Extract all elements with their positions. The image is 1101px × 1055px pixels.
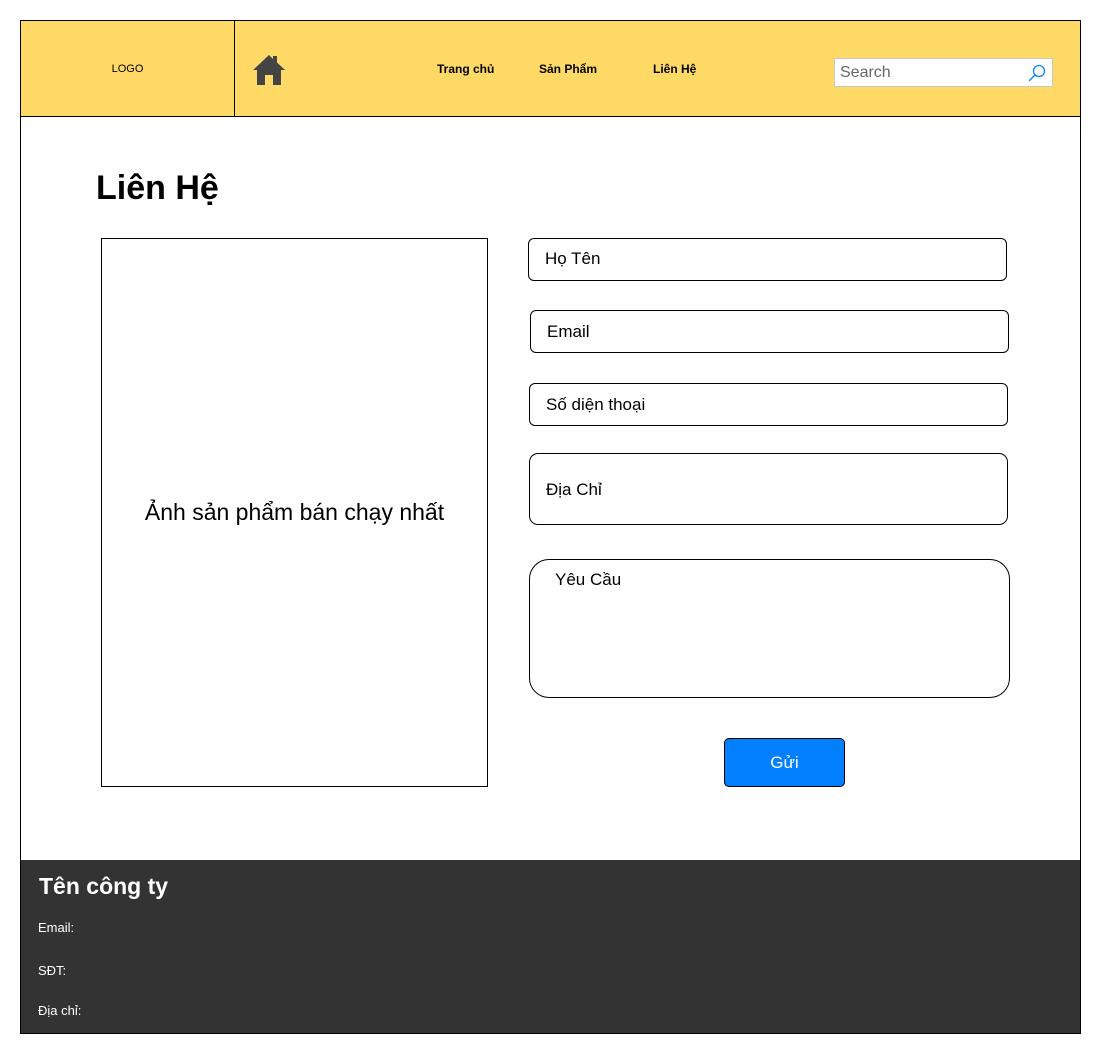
page-title: Liên Hệ [96, 169, 219, 207]
nav-item-contact[interactable]: Liên Hệ [653, 62, 696, 76]
submit-button-label: Gửi [770, 752, 799, 772]
name-field-label: Họ Tên [545, 249, 601, 268]
search-input[interactable] [835, 59, 1025, 86]
address-field-label: Địa Chỉ [546, 480, 602, 499]
product-image-placeholder: Ảnh sản phẩm bán chạy nhất [101, 238, 488, 787]
email-field[interactable]: Email [530, 310, 1009, 353]
address-field[interactable]: Địa Chỉ [529, 453, 1008, 525]
header: LOGO Trang chủ Sản Phẩm Liên Hệ [21, 21, 1080, 117]
nav-item-home[interactable]: Trang chủ [437, 62, 494, 76]
logo[interactable]: LOGO [21, 21, 235, 116]
name-field[interactable]: Họ Tên [528, 238, 1007, 281]
footer: Tên công ty Email: SĐT: Địa chỉ: [21, 860, 1080, 1033]
phone-field[interactable]: Số diện thoại [529, 383, 1008, 426]
image-placeholder-label: Ảnh sản phẩm bán chạy nhất [144, 499, 445, 525]
search-icon[interactable] [1028, 64, 1046, 82]
footer-phone: SĐT: [38, 963, 67, 978]
footer-company-name: Tên công ty [39, 873, 169, 899]
page-frame: LOGO Trang chủ Sản Phẩm Liên Hệ Liên Hệ … [20, 20, 1081, 1034]
email-field-label: Email [547, 322, 590, 341]
home-icon[interactable] [251, 53, 287, 87]
footer-address: Địa chỉ: [38, 1003, 82, 1018]
logo-text: LOGO [111, 62, 144, 75]
phone-field-label: Số diện thoại [546, 395, 646, 414]
search-box [834, 58, 1053, 87]
request-textarea[interactable]: Yêu Cầu [529, 559, 1010, 698]
request-textarea-label: Yêu Cầu [555, 570, 622, 589]
footer-email: Email: [38, 920, 75, 935]
nav-item-products[interactable]: Sản Phẩm [539, 62, 597, 76]
submit-button[interactable]: Gửi [724, 738, 845, 787]
